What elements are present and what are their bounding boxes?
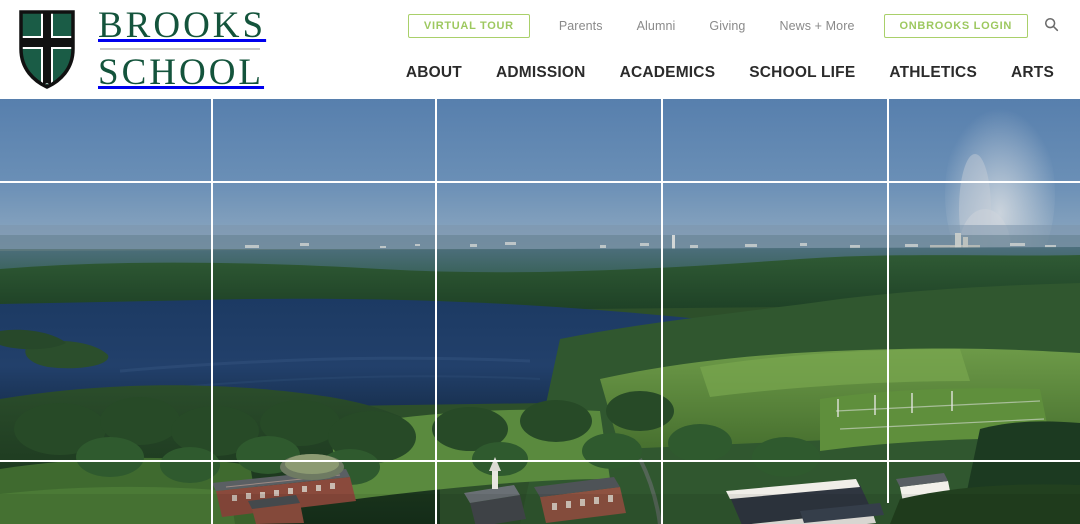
nav-item-academics[interactable]: ACADEMICS [603, 58, 733, 88]
search-button[interactable] [1038, 14, 1064, 38]
nav-item-school-life[interactable]: SCHOOL LIFE [732, 58, 872, 88]
hero-banner [0, 99, 1080, 524]
logo-line-school: SCHOOL [98, 52, 265, 93]
virtual-tour-button[interactable]: VIRTUAL TOUR [407, 14, 530, 38]
utility-nav-item-parents[interactable]: Parents [542, 19, 620, 33]
logo-divider [100, 48, 260, 50]
utility-nav-item-giving[interactable]: Giving [692, 19, 762, 33]
nav-item-athletics[interactable]: ATHLETICS [872, 58, 994, 88]
hero-aerial-photo [0, 99, 1080, 524]
utility-nav-item-news-more[interactable]: News + More [762, 19, 871, 33]
search-icon [1044, 17, 1059, 35]
utility-nav-item-alumni[interactable]: Alumni [620, 19, 693, 33]
shield-crest-icon [18, 9, 76, 89]
nav-item-arts[interactable]: ARTS [994, 58, 1064, 88]
site-logo[interactable]: BROOKS SCHOOL [18, 7, 266, 91]
page-root: BROOKS SCHOOL VIRTUAL TOUR Parents Alumn… [0, 0, 1080, 524]
primary-nav: ABOUT ADMISSION ACADEMICS SCHOOL LIFE AT… [389, 58, 1064, 88]
nav-item-admission[interactable]: ADMISSION [479, 58, 603, 88]
nav-item-about[interactable]: ABOUT [389, 58, 479, 88]
utility-nav: VIRTUAL TOUR Parents Alumni Giving News … [407, 14, 1064, 38]
site-header: BROOKS SCHOOL VIRTUAL TOUR Parents Alumn… [0, 0, 1080, 99]
onbrooks-login-button[interactable]: ONBROOKS LOGIN [883, 14, 1028, 38]
logo-wordmark: BROOKS SCHOOL [98, 7, 266, 91]
logo-line-brooks: BROOKS [98, 5, 267, 46]
